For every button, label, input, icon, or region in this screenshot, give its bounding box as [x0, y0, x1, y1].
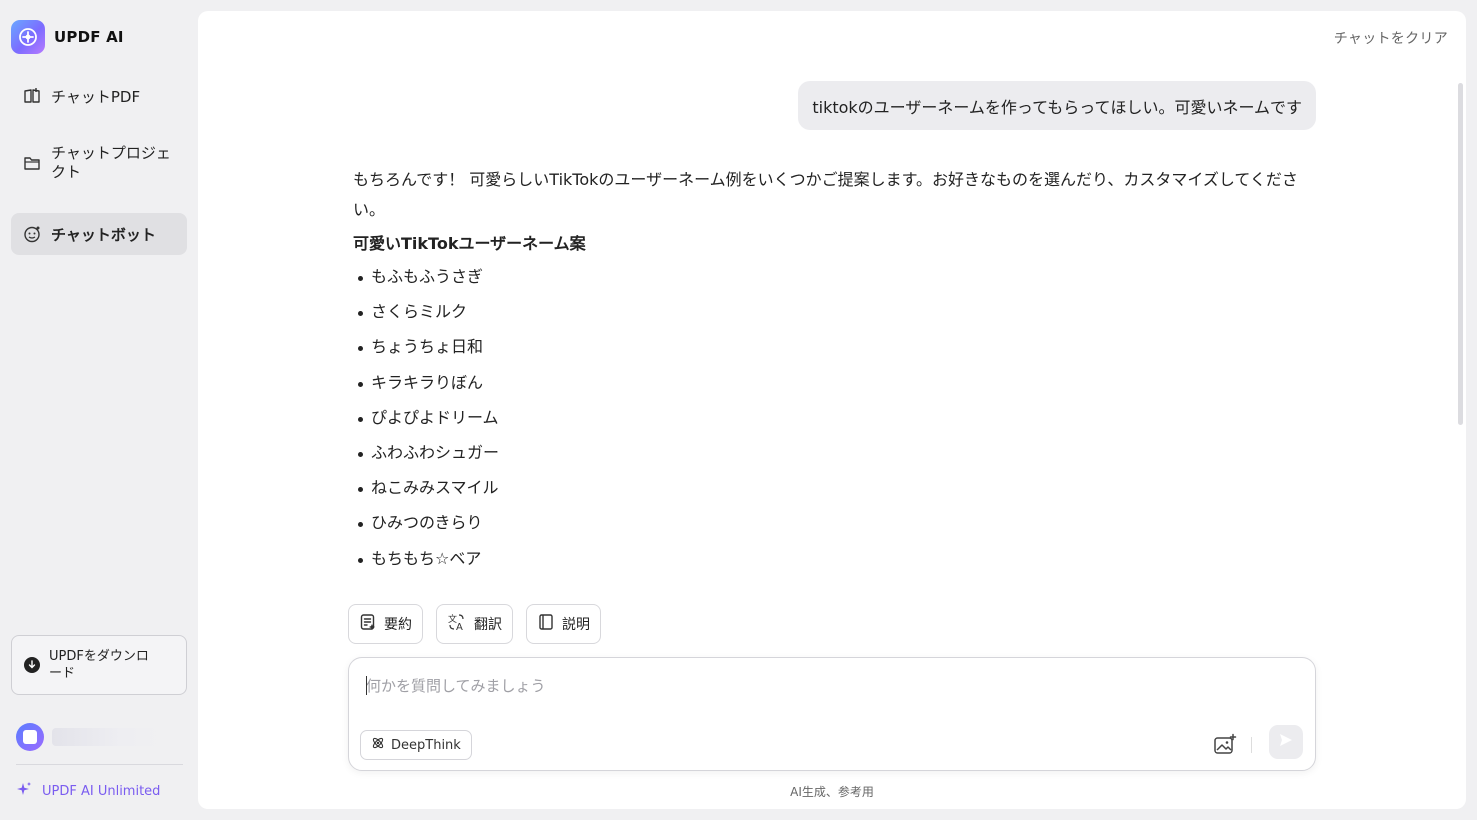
list-item: ねこみみスマイル [353, 477, 1321, 512]
sidebar-item-chat-project[interactable]: チャットプロジェクト [11, 137, 187, 189]
sidebar-item-chat-pdf[interactable]: チャットPDF [11, 78, 187, 114]
unlimited-label: UPDF AI Unlimited [42, 783, 161, 799]
download-label: UPDFをダウンロード [49, 649, 149, 681]
brand-name: UPDF AI [54, 28, 124, 46]
translate-icon: 文A [447, 613, 467, 635]
brand[interactable]: UPDF AI [11, 20, 124, 54]
updf-logo-icon [11, 20, 45, 54]
chat-input[interactable] [366, 674, 1266, 698]
assistant-message: もちろんです！ 可愛らしいTikTokのユーザーネーム例をいくつかご提案します。… [353, 165, 1321, 583]
list-item: キラキラりぼん [353, 372, 1321, 407]
updf-ai-unlimited-link[interactable]: UPDF AI Unlimited [16, 782, 160, 800]
list-item: ひみつのきらり [353, 512, 1321, 547]
ai-disclaimer: AI生成、参考用 [790, 785, 874, 799]
download-icon [24, 657, 40, 673]
list-item: もちもち☆ベア [353, 548, 1321, 583]
divider [16, 764, 183, 765]
clear-chat-button[interactable]: チャットをクリア [1334, 28, 1448, 48]
list-item: ふわふわシュガー [353, 442, 1321, 477]
list-item: もふもふうさぎ [353, 266, 1321, 301]
divider [1251, 737, 1252, 753]
text-caret [366, 676, 367, 695]
bot-face-icon [23, 225, 41, 243]
explain-button[interactable]: 説明 [526, 604, 601, 644]
image-upload-icon[interactable] [1213, 733, 1237, 757]
sidebar-item-label: チャットPDF [51, 87, 141, 106]
deepthink-toggle[interactable]: DeepThink [360, 730, 472, 760]
list-item: さくらミルク [353, 301, 1321, 336]
download-updf-button[interactable]: UPDFをダウンロード [11, 635, 187, 695]
quick-actions: 要約 文A 翻訳 説明 [348, 604, 601, 644]
username-list: もふもふうさぎ さくらミルク ちょうちょ日和 キラキラりぼん ぴよぴよドリーム … [353, 266, 1321, 583]
scrollbar[interactable] [1458, 83, 1463, 425]
send-button[interactable] [1269, 725, 1303, 759]
user-account[interactable] [16, 723, 186, 751]
user-message-bubble: tiktokのユーザーネームを作ってもらってほしい。可愛いネームです [798, 81, 1316, 130]
sidebar-item-chatbot[interactable]: チャットボット [11, 213, 187, 255]
send-arrow-icon [1278, 732, 1294, 752]
answer-heading: 可愛いTikTokユーザーネーム案 [353, 234, 586, 253]
avatar[interactable] [16, 723, 44, 751]
sidebar: UPDF AI チャットPDF チャットプロジェクト チャットボット UPDFを… [0, 0, 198, 820]
atom-icon [371, 736, 385, 754]
folder-icon [23, 154, 41, 172]
user-name-redacted [52, 728, 167, 746]
translate-button[interactable]: 文A 翻訳 [436, 604, 513, 644]
summary-doc-icon [359, 613, 377, 635]
answer-intro: もちろんです！ 可愛らしいTikTokのユーザーネーム例をいくつかご提案します。… [353, 170, 1298, 219]
book-open-icon [23, 87, 41, 105]
composer: DeepThink [348, 657, 1316, 771]
sidebar-item-label: チャットプロジェクト [51, 144, 171, 181]
svg-text:A: A [456, 622, 463, 631]
sidebar-item-label: チャットボット [51, 225, 156, 244]
summarize-button[interactable]: 要約 [348, 604, 423, 644]
sparkle-icon [16, 781, 32, 801]
list-item: ぴよぴよドリーム [353, 407, 1321, 442]
chat-panel: チャットをクリア tiktokのユーザーネームを作ってもらってほしい。可愛いネー… [198, 11, 1466, 809]
book-icon [537, 613, 555, 635]
list-item: ちょうちょ日和 [353, 336, 1321, 371]
